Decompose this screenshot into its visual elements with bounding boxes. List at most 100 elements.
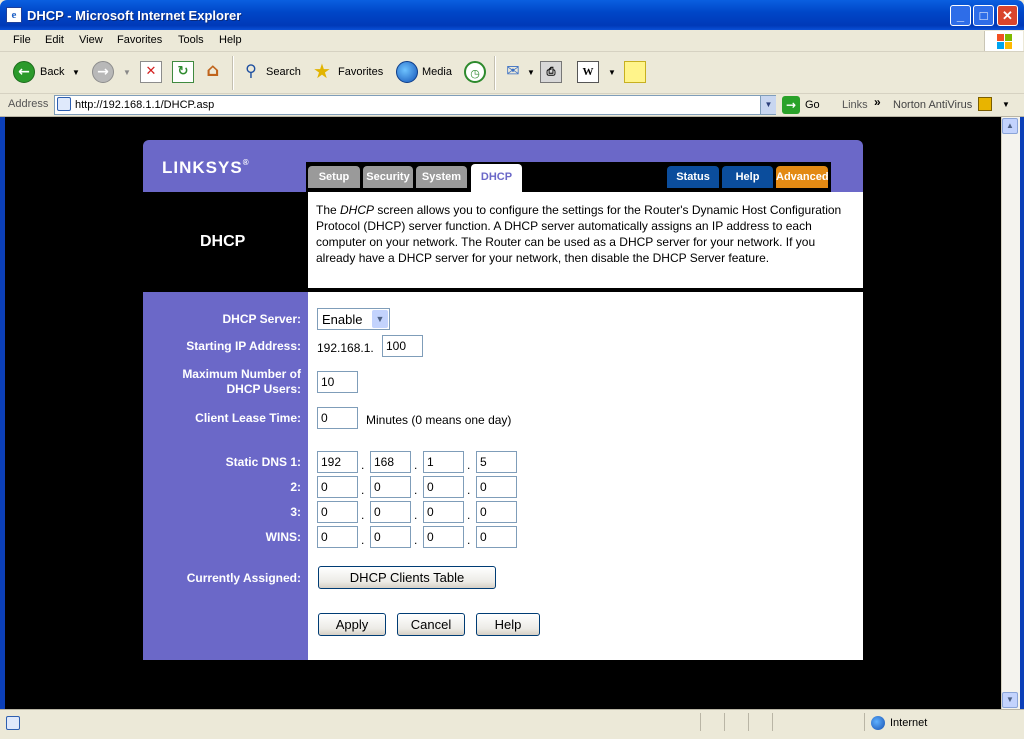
toolbar-separator [494, 56, 496, 90]
dns3-octet-1[interactable]: 0 [317, 501, 358, 523]
dns1-octet-3[interactable]: 1 [423, 451, 464, 473]
print-icon[interactable]: ⎙ [540, 61, 562, 83]
edit-dropdown-icon[interactable]: ▼ [608, 68, 616, 77]
tab-dhcp[interactable]: DHCP [471, 164, 522, 192]
vertical-scrollbar[interactable] [1001, 117, 1020, 709]
links-chevron-icon[interactable]: » [874, 95, 881, 109]
edit-word-icon[interactable]: W [577, 61, 599, 83]
apply-button[interactable]: Apply [318, 613, 386, 636]
media-globe-icon[interactable] [396, 61, 418, 83]
starting-ip-input[interactable]: 100 [382, 335, 423, 357]
description-text: The DHCP screen allows you to configure … [316, 203, 842, 265]
wins-label: WINS: [265, 530, 301, 544]
tab-help[interactable]: Help [722, 166, 773, 188]
search-button-label[interactable]: Search [266, 66, 301, 78]
search-icon[interactable]: ⚲ [240, 61, 262, 83]
octet-dot: . [467, 483, 471, 497]
norton-icon[interactable] [978, 97, 992, 111]
discuss-note-icon[interactable] [624, 61, 646, 83]
menu-view[interactable]: View [79, 34, 103, 46]
linksys-logo: LINKSYS® [162, 158, 250, 178]
windows-logo-icon [984, 31, 1023, 51]
stop-icon[interactable]: ✕ [140, 61, 162, 83]
octet-dot: . [414, 533, 418, 547]
back-dropdown-icon[interactable]: ▼ [72, 68, 80, 77]
wins-octet-2[interactable]: 0 [370, 526, 411, 548]
menu-favorites[interactable]: Favorites [117, 34, 162, 46]
dhcp-server-value: Enable [322, 312, 363, 327]
address-dropdown-icon[interactable]: ▼ [760, 96, 776, 114]
page-status-icon [6, 716, 20, 730]
history-icon[interactable]: ◷ [464, 61, 486, 83]
forward-arrow-icon[interactable]: → [92, 61, 114, 83]
dns2-octet-4[interactable]: 0 [476, 476, 517, 498]
go-arrow-icon[interactable]: → [782, 96, 800, 114]
scroll-up-icon[interactable]: ▲ [1002, 118, 1018, 134]
static-dns2-label: 2: [290, 480, 301, 494]
octet-dot: . [361, 533, 365, 547]
address-label: Address [8, 98, 49, 110]
menu-edit[interactable]: Edit [45, 34, 64, 46]
media-button-label[interactable]: Media [422, 66, 452, 78]
maximize-button[interactable]: □ [973, 5, 994, 26]
scroll-down-icon[interactable]: ▼ [1002, 692, 1018, 708]
favorites-button-label[interactable]: Favorites [338, 66, 383, 78]
dns3-octet-2[interactable]: 0 [370, 501, 411, 523]
octet-dot: . [361, 483, 365, 497]
chevron-down-icon[interactable]: ▼ [372, 310, 388, 328]
tab-security[interactable]: Security [363, 166, 413, 188]
links-label[interactable]: Links [842, 99, 868, 111]
tab-status[interactable]: Status [667, 166, 719, 188]
registered-mark: ® [242, 158, 250, 167]
forward-dropdown-icon[interactable]: ▼ [123, 68, 131, 77]
wins-octet-1[interactable]: 0 [317, 526, 358, 548]
wins-octet-4[interactable]: 0 [476, 526, 517, 548]
status-divider [724, 713, 726, 731]
octet-dot: . [467, 533, 471, 547]
window-title: DHCP - Microsoft Internet Explorer [27, 8, 242, 23]
dns2-octet-1[interactable]: 0 [317, 476, 358, 498]
max-users-input[interactable]: 10 [317, 371, 358, 393]
norton-antivirus-label[interactable]: Norton AntiVirus [893, 99, 972, 111]
wins-octet-3[interactable]: 0 [423, 526, 464, 548]
currently-assigned-label: Currently Assigned: [186, 571, 301, 585]
linksys-logo-text: LINKSYS [162, 158, 243, 177]
tab-setup[interactable]: Setup [308, 166, 360, 188]
section-title: DHCP [200, 233, 246, 250]
tab-system[interactable]: System [416, 166, 467, 188]
go-button-label[interactable]: Go [805, 99, 820, 111]
close-button[interactable]: ✕ [997, 5, 1018, 26]
menu-file[interactable]: File [13, 34, 31, 46]
octet-dot: . [414, 483, 418, 497]
dns1-octet-2[interactable]: 168 [370, 451, 411, 473]
dns2-octet-2[interactable]: 0 [370, 476, 411, 498]
norton-dropdown-icon[interactable]: ▼ [1002, 100, 1010, 109]
dns3-octet-4[interactable]: 0 [476, 501, 517, 523]
dns1-octet-1[interactable]: 192 [317, 451, 358, 473]
address-url[interactable]: http://192.168.1.1/DHCP.asp [75, 99, 214, 111]
dns3-octet-3[interactable]: 0 [423, 501, 464, 523]
dhcp-clients-table-button[interactable]: DHCP Clients Table [318, 566, 496, 589]
help-button[interactable]: Help [476, 613, 540, 636]
max-users-label-2: DHCP Users: [226, 382, 301, 396]
menu-tools[interactable]: Tools [178, 34, 204, 46]
favorites-star-icon[interactable]: ★ [311, 61, 333, 83]
menu-help[interactable]: Help [219, 34, 242, 46]
section-title-box: DHCP [143, 192, 308, 290]
lease-time-input[interactable]: 0 [317, 407, 358, 429]
refresh-icon[interactable]: ↻ [172, 61, 194, 83]
dns1-octet-4[interactable]: 5 [476, 451, 517, 473]
dns2-octet-3[interactable]: 0 [423, 476, 464, 498]
tab-advanced[interactable]: Advanced [776, 166, 829, 188]
back-button-label[interactable]: Back [40, 66, 64, 78]
dhcp-server-select[interactable]: Enable ▼ [317, 308, 390, 330]
static-dns1-label: Static DNS 1: [225, 455, 301, 469]
mail-icon[interactable]: ✉ [502, 61, 524, 83]
mail-dropdown-icon[interactable]: ▼ [527, 68, 535, 77]
dhcp-server-label: DHCP Server: [222, 312, 301, 326]
cancel-button[interactable]: Cancel [397, 613, 465, 636]
minimize-button[interactable]: _ [950, 5, 971, 26]
lease-time-label: Client Lease Time: [195, 411, 301, 425]
home-icon[interactable]: ⌂ [202, 61, 224, 83]
back-arrow-icon[interactable]: ← [13, 61, 35, 83]
